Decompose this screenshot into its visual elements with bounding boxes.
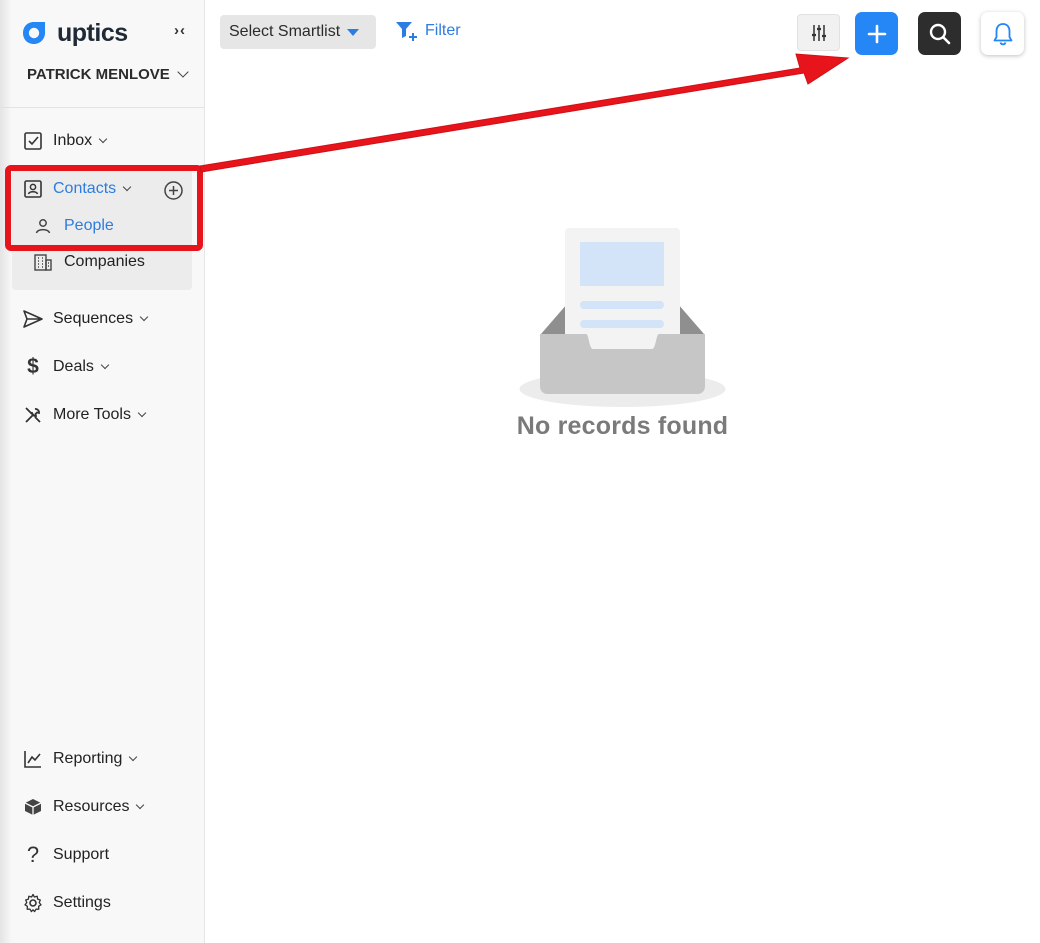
empty-inbox-illustration [519, 228, 726, 407]
sidebar-item-contacts[interactable]: Contacts [22, 177, 132, 201]
chevron-down-icon [122, 182, 132, 192]
account-name: PATRICK MENLOVE [27, 66, 170, 83]
sidebar-item-label: Sequences [53, 310, 134, 327]
add-button[interactable] [855, 12, 898, 55]
sidebar-item-reporting[interactable]: Reporting [22, 747, 138, 771]
sidebar-item-label: Deals [53, 358, 94, 375]
sidebar-subitem-companies[interactable]: Companies [32, 251, 145, 273]
sidebar-subitem-people[interactable]: People [32, 215, 114, 237]
select-smartlist-dropdown[interactable]: Select Smartlist [220, 15, 376, 49]
filter-button[interactable]: Filter [395, 20, 461, 42]
caret-down-icon [347, 28, 360, 36]
chevron-down-icon [137, 408, 147, 418]
sidebar-item-support[interactable]: ? Support [22, 842, 110, 867]
account-switcher[interactable]: PATRICK MENLOVE [27, 66, 189, 83]
sidebar-item-label: Contacts [53, 180, 117, 197]
line-chart-icon [22, 748, 44, 770]
filter-add-icon [396, 22, 417, 41]
empty-state-message: No records found [516, 412, 729, 440]
sidebar-item-label: More Tools [53, 406, 131, 423]
smartlist-label: Select Smartlist [229, 23, 341, 40]
add-contact-icon[interactable] [163, 180, 184, 201]
sidebar-subitem-label: People [64, 217, 114, 234]
notifications-button[interactable] [981, 12, 1024, 55]
chevron-down-icon [98, 134, 108, 144]
gear-icon [22, 892, 44, 914]
search-icon [929, 23, 950, 44]
cube-icon [22, 796, 44, 818]
sidebar-item-label: Inbox [53, 132, 93, 149]
send-icon [22, 308, 44, 330]
collapse-sidebar-button[interactable]: ›‹ [174, 22, 186, 39]
chevron-down-icon [129, 752, 138, 762]
sidebar-item-deals[interactable]: $ Deals [22, 355, 110, 379]
sidebar: uptics ›‹ PATRICK MENLOVE Inbox Contacts… [0, 0, 205, 943]
sidebar-item-more-tools[interactable]: More Tools [22, 403, 147, 427]
sidebar-item-label: Support [53, 846, 110, 863]
chevron-down-icon [139, 312, 149, 322]
annotation-arrow [199, 53, 850, 173]
sidebar-item-settings[interactable]: Settings [22, 891, 111, 915]
bell-icon [993, 22, 1012, 45]
search-button[interactable] [918, 12, 961, 55]
columns-settings-button[interactable] [797, 14, 840, 51]
uptics-logo-icon [23, 22, 45, 44]
dollar-icon: $ [27, 355, 39, 378]
chevron-down-icon [136, 800, 145, 810]
filter-label: Filter [425, 22, 461, 39]
building-icon [32, 251, 54, 273]
sidebar-item-resources[interactable]: Resources [22, 795, 145, 819]
sidebar-item-label: Reporting [53, 750, 123, 767]
sidebar-subitem-label: Companies [64, 253, 145, 270]
person-icon [32, 215, 54, 237]
plus-icon [867, 24, 886, 43]
sidebar-item-label: Settings [53, 894, 111, 911]
question-icon: ? [26, 842, 40, 867]
sidebar-divider [0, 107, 204, 108]
sidebar-item-inbox[interactable]: Inbox [22, 129, 108, 153]
sidebar-item-sequences[interactable]: Sequences [22, 307, 149, 331]
chevron-down-icon [177, 66, 189, 78]
brand-logo[interactable]: uptics ›‹ [20, 18, 190, 48]
brand-name: uptics [57, 18, 128, 47]
contact-card-icon [22, 178, 44, 200]
sidebar-item-label: Resources [53, 798, 130, 815]
sliders-icon [811, 24, 826, 41]
tools-icon [22, 404, 44, 426]
checkbox-icon [22, 130, 44, 152]
chevron-down-icon [100, 360, 110, 370]
